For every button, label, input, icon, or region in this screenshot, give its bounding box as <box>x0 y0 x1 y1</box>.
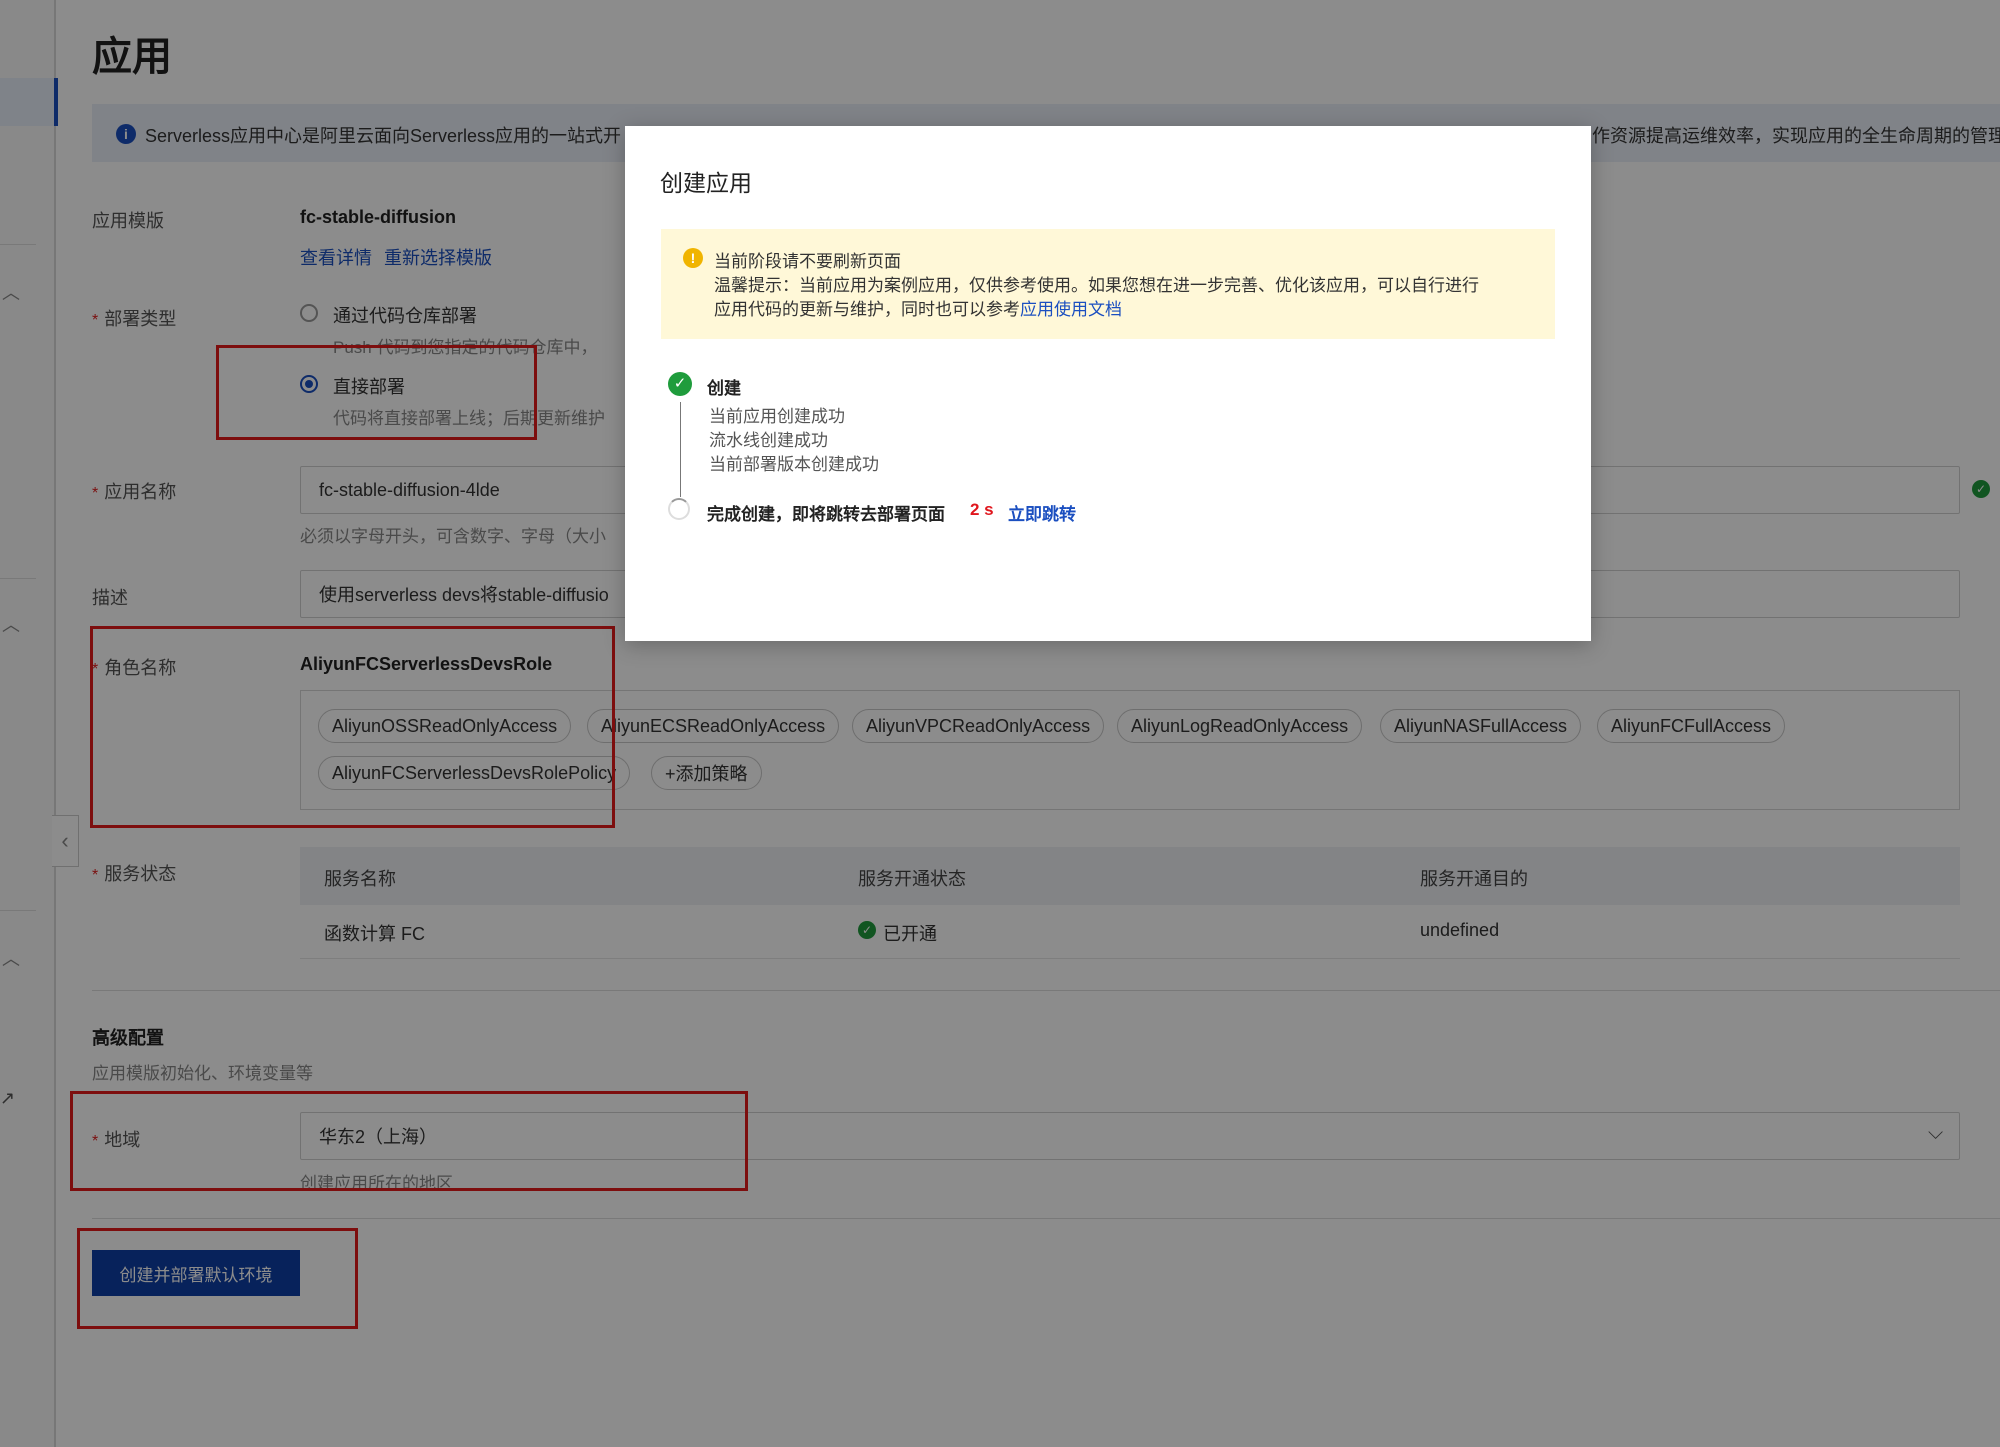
warning-icon: ! <box>683 248 703 268</box>
jump-now-link[interactable]: 立即跳转 <box>1008 500 1076 525</box>
check-circle-icon: ✓ <box>668 372 692 396</box>
warning-text: 应用代码的更新与维护，同时也可以参考应用使用文档 <box>714 300 1122 319</box>
step-title: 完成创建，即将跳转去部署页面 <box>707 505 945 524</box>
usage-doc-link[interactable]: 应用使用文档 <box>1020 300 1122 319</box>
modal-title: 创建应用 <box>660 170 752 196</box>
create-app-modal: 创建应用 ! 当前阶段请不要刷新页面 温馨提示：当前应用为案例应用，仅供参考使用… <box>625 126 1591 641</box>
step-connector <box>680 402 681 497</box>
warning-title: 当前阶段请不要刷新页面 <box>714 252 901 271</box>
step-item: 流水线创建成功 <box>709 431 828 450</box>
step-item: 当前应用创建成功 <box>709 407 845 426</box>
warning-text: 温馨提示：当前应用为案例应用，仅供参考使用。如果您想在进一步完善、优化该应用，可… <box>714 276 1479 295</box>
step-item: 当前部署版本创建成功 <box>709 455 879 474</box>
step-title: 创建 <box>707 379 741 398</box>
loading-spinner-icon <box>668 498 690 520</box>
countdown: 2 s <box>970 500 994 519</box>
